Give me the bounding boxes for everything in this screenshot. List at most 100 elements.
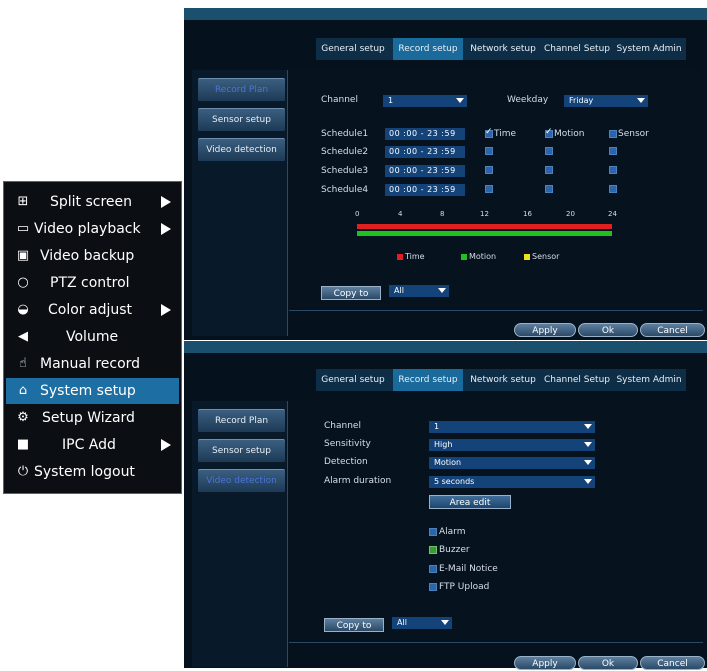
schedule4-motion-checkbox[interactable]	[545, 185, 553, 193]
menu-item-ipc-add[interactable]: ■ IPC Add	[6, 432, 179, 458]
weekday-select[interactable]: Friday	[564, 95, 648, 107]
chevron-right-icon	[161, 196, 171, 208]
tab-general-setup[interactable]: General setup	[319, 369, 387, 391]
divider	[289, 310, 703, 311]
chevron-down-icon	[441, 620, 449, 625]
detection-label: Detection	[324, 457, 368, 467]
sensor-setup-button[interactable]: Sensor setup	[198, 439, 285, 463]
record-plan-button[interactable]: Record Plan	[198, 409, 285, 433]
chevron-right-icon	[161, 223, 171, 235]
channel-select[interactable]: 1	[383, 95, 467, 107]
time-column-label: Time	[494, 129, 517, 139]
copy-target-select[interactable]: All	[389, 285, 449, 297]
timeline-tick: 24	[608, 210, 617, 218]
schedule4-sensor-checkbox[interactable]	[609, 185, 617, 193]
apply-button[interactable]: Apply	[514, 323, 576, 337]
tab-record-setup[interactable]: Record setup	[393, 38, 463, 60]
schedule1-motion-checkbox[interactable]	[545, 127, 553, 138]
record-plan-button[interactable]: Record Plan	[198, 78, 285, 102]
ftp-upload-checkbox[interactable]	[429, 583, 437, 591]
timeline-tick: 4	[398, 210, 403, 218]
menu-item-color-adjust[interactable]: ◒ Color adjust	[6, 297, 179, 323]
menu-item-video-backup[interactable]: ▣ Video backup	[6, 243, 179, 269]
buzzer-checkbox[interactable]	[429, 546, 437, 554]
video-detection-button[interactable]: Video detection	[198, 469, 285, 493]
timeline-tick: 20	[566, 210, 575, 218]
save-icon: ▣	[16, 248, 30, 263]
schedule4-time[interactable]: 00 :00 - 23 :59	[385, 184, 465, 196]
schedule4-time-checkbox[interactable]	[485, 185, 493, 193]
schedule1-time-checkbox[interactable]	[485, 127, 493, 138]
detection-select[interactable]: Motion	[429, 457, 595, 469]
timeline-motion-bar	[357, 231, 612, 236]
chevron-right-icon	[161, 304, 171, 316]
alarm-duration-select[interactable]: 5 seconds	[429, 476, 595, 488]
menu-item-manual-record[interactable]: ☝ Manual record	[6, 351, 179, 377]
schedule1-label: Schedule1	[321, 129, 369, 139]
hand-icon: ☝	[19, 356, 27, 371]
palette-icon: ◒	[17, 302, 29, 317]
menu-item-volume[interactable]: ◀ Volume	[6, 324, 179, 350]
copy-to-button[interactable]: Copy to	[324, 618, 384, 632]
tab-bar: General setup Record setup Network setup…	[316, 38, 686, 60]
record-plan-panel: General setup Record setup Network setup…	[184, 8, 707, 340]
ftp-upload-label: FTP Upload	[439, 582, 490, 592]
timeline-tick: 12	[480, 210, 489, 218]
schedule4-label: Schedule4	[321, 185, 369, 195]
copy-to-button[interactable]: Copy to	[321, 286, 381, 300]
schedule3-sensor-checkbox[interactable]	[609, 166, 617, 174]
schedule2-sensor-checkbox[interactable]	[609, 147, 617, 155]
legend-time-swatch	[397, 254, 403, 260]
tab-network-setup[interactable]: Network setup	[467, 369, 539, 391]
legend-sensor-swatch	[524, 254, 530, 260]
schedule3-time[interactable]: 00 :00 - 23 :59	[385, 165, 465, 177]
legend-motion-label: Motion	[469, 252, 497, 261]
schedule3-time-checkbox[interactable]	[485, 166, 493, 174]
alarm-duration-label: Alarm duration	[324, 476, 392, 486]
channel-select[interactable]: 1	[429, 421, 595, 433]
schedule3-motion-checkbox[interactable]	[545, 166, 553, 174]
email-notice-checkbox[interactable]	[429, 565, 437, 573]
schedule2-time[interactable]: 00 :00 - 23 :59	[385, 146, 465, 158]
tab-system-admin[interactable]: System Admin	[615, 369, 683, 391]
timeline-time-bar	[357, 224, 612, 229]
sensor-column-label: Sensor	[618, 129, 649, 139]
legend-sensor-label: Sensor	[532, 252, 560, 261]
area-edit-button[interactable]: Area edit	[429, 495, 511, 509]
schedule1-time[interactable]: 00 :00 - 23 :59	[385, 128, 465, 140]
schedule2-label: Schedule2	[321, 147, 369, 157]
left-nav: Record Plan Sensor setup Video detection	[192, 70, 288, 336]
timeline-tick: 16	[523, 210, 532, 218]
schedule1-sensor-checkbox[interactable]	[609, 130, 617, 138]
alarm-checkbox[interactable]	[429, 528, 437, 536]
tab-channel-setup[interactable]: Channel Setup	[542, 38, 612, 60]
record-plan-content: Channel 1 Weekday Friday Schedule1 00 :0…	[289, 70, 699, 308]
menu-item-system-logout[interactable]: ⏻ System logout	[6, 459, 179, 485]
timeline-tick: 8	[440, 210, 445, 218]
legend-time-label: Time	[405, 252, 425, 261]
menu-item-ptz-control[interactable]: ○ PTZ control	[6, 270, 179, 296]
sensor-setup-button[interactable]: Sensor setup	[198, 108, 285, 132]
menu-item-video-playback[interactable]: ▭ Video playback	[6, 216, 179, 242]
chevron-down-icon	[584, 479, 592, 484]
sensitivity-select[interactable]: High	[429, 439, 595, 451]
schedule2-time-checkbox[interactable]	[485, 147, 493, 155]
schedule2-motion-checkbox[interactable]	[545, 147, 553, 155]
context-menu: ⊞ Split screen ▭ Video playback ▣ Video …	[3, 181, 182, 494]
tab-general-setup[interactable]: General setup	[319, 38, 387, 60]
chevron-down-icon	[456, 98, 464, 103]
video-detection-button[interactable]: Video detection	[198, 138, 285, 162]
tab-system-admin[interactable]: System Admin	[615, 38, 683, 60]
copy-target-select[interactable]: All	[392, 617, 452, 629]
cancel-button[interactable]: Cancel	[640, 323, 705, 337]
weekday-label: Weekday	[507, 95, 549, 105]
chevron-down-icon	[438, 288, 446, 293]
menu-item-system-setup[interactable]: ⌂ System setup	[6, 378, 179, 404]
tab-network-setup[interactable]: Network setup	[467, 38, 539, 60]
channel-label: Channel	[321, 95, 358, 105]
tab-record-setup[interactable]: Record setup	[393, 369, 463, 391]
menu-item-split-screen[interactable]: ⊞ Split screen	[6, 189, 179, 215]
ok-button[interactable]: Ok	[578, 323, 638, 337]
menu-item-setup-wizard[interactable]: ⚙ Setup Wizard	[6, 405, 179, 431]
tab-channel-setup[interactable]: Channel Setup	[542, 369, 612, 391]
